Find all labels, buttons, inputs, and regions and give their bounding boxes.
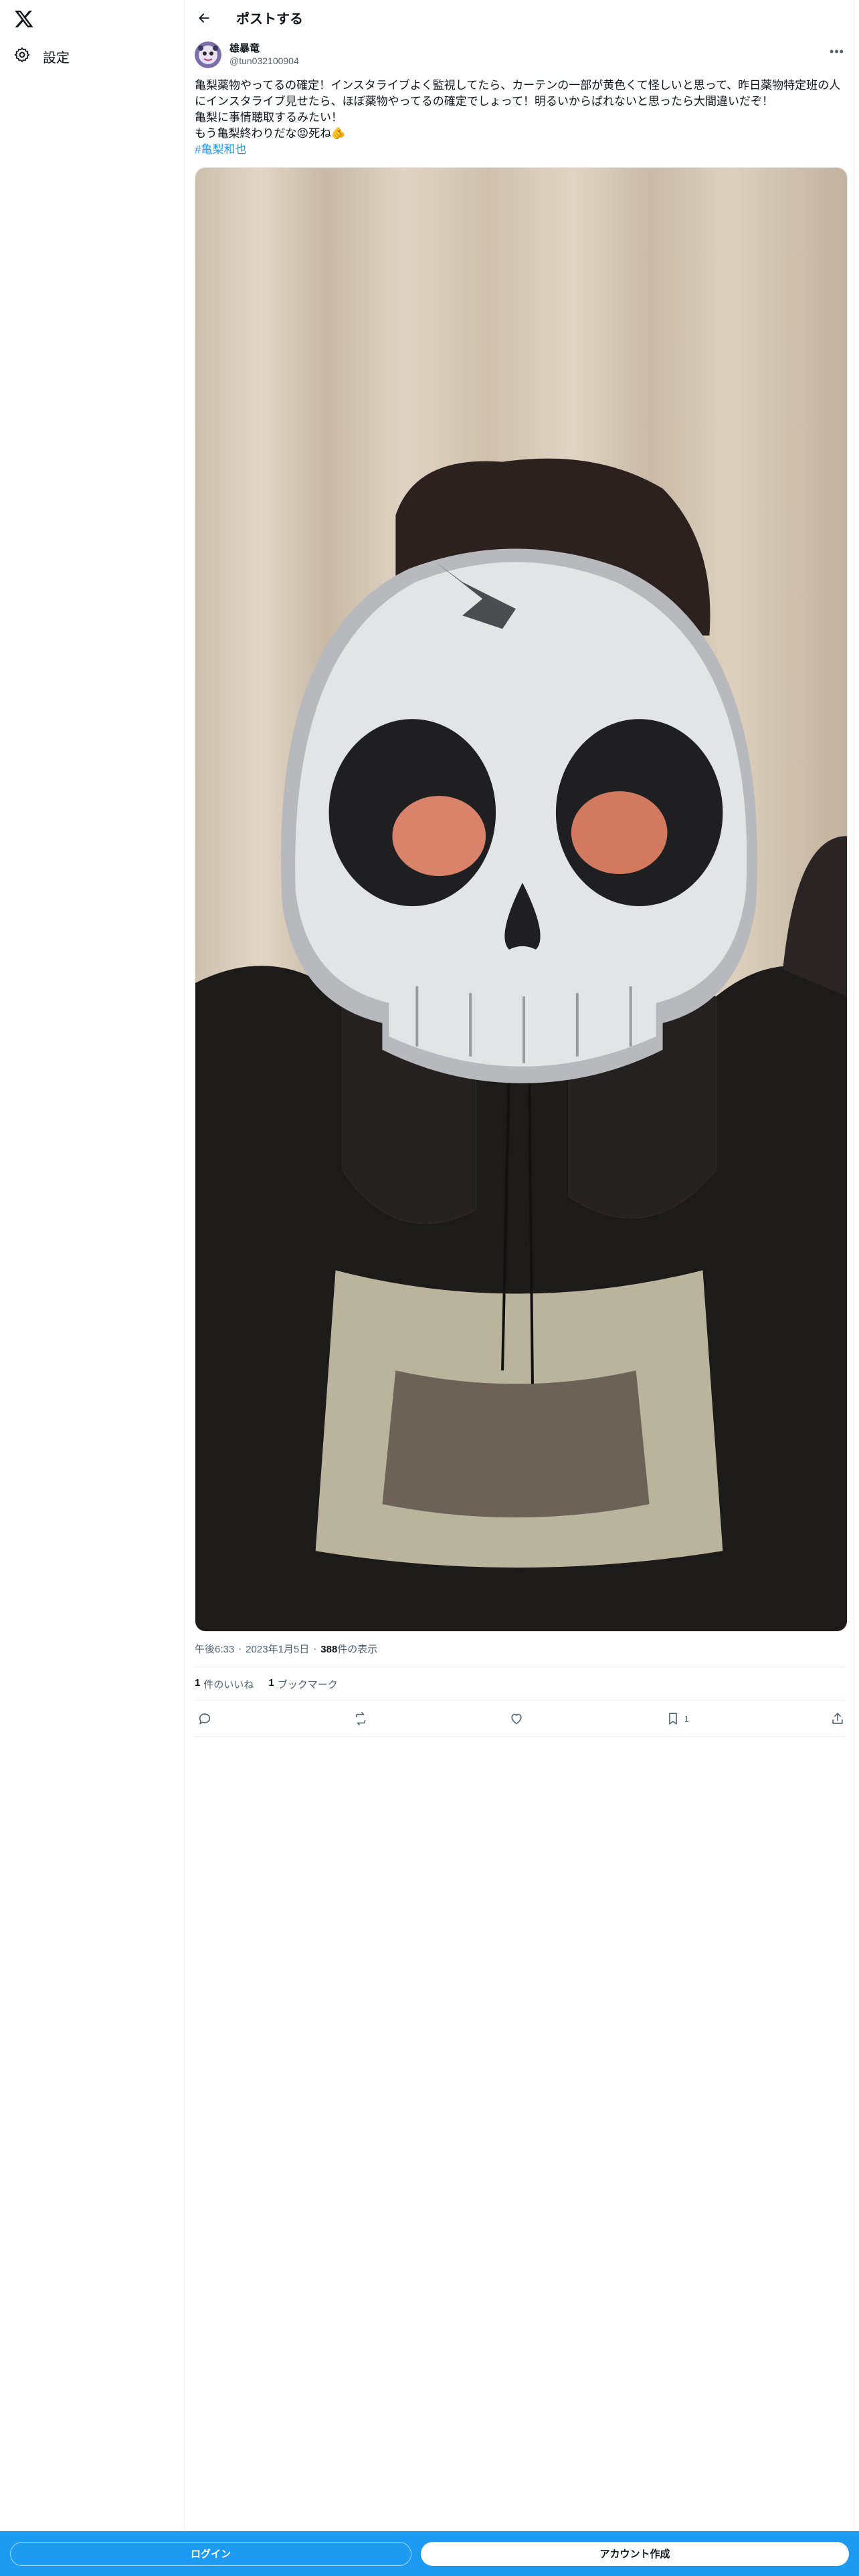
more-dots-icon: ••• — [830, 44, 844, 58]
separator-dot: · — [238, 1643, 242, 1654]
bottom-signup-bar: ログイン アカウント作成 — [0, 2531, 859, 2576]
page-header: ポストする — [185, 0, 854, 35]
post-actions: 1 — [195, 1705, 848, 1732]
repost-button[interactable] — [353, 1711, 368, 1726]
likes-label: 件のいいね — [203, 1679, 254, 1691]
nav-label-settings: 設定 — [43, 50, 70, 66]
share-button[interactable] — [830, 1711, 845, 1726]
post-date[interactable]: 2023年1月5日 — [246, 1642, 309, 1656]
left-navigation: 設定 — [0, 0, 185, 2576]
like-button[interactable] — [509, 1711, 524, 1726]
author-handle[interactable]: @tun032100904 — [229, 55, 299, 67]
nav-item-settings[interactable]: 設定 — [5, 40, 78, 72]
bookmark-icon — [668, 1713, 677, 1725]
reply-button[interactable] — [197, 1711, 212, 1726]
heart-icon — [511, 1713, 522, 1725]
hashtag-link[interactable]: #亀梨和也 — [195, 143, 246, 156]
share-icon — [832, 1713, 843, 1724]
gear-icon — [13, 46, 31, 67]
post-text-line: もう亀梨終わりだな😡死ね🫵 — [195, 127, 346, 140]
page-title: ポストする — [236, 12, 303, 27]
likes-count: 1 — [195, 1677, 201, 1689]
views-label: 件の表示 — [337, 1644, 378, 1655]
bookmarks-count: 1 — [268, 1677, 274, 1689]
repost-icon — [355, 1712, 366, 1725]
author-display-name[interactable]: 雄暴竜 — [229, 43, 299, 55]
divider — [195, 1736, 845, 1737]
views-count: 388 — [320, 1644, 338, 1655]
post-text-line: 亀梨薬物やってるの確定！インスタライブよく監視してたら、カーテンの一部が黄色くて… — [195, 79, 841, 108]
bookmark-count: 1 — [684, 1713, 689, 1724]
bookmarks-label: ブックマーク — [277, 1679, 338, 1691]
back-button[interactable] — [192, 6, 216, 30]
likes-stat[interactable]: 1 件のいいね — [195, 1677, 254, 1691]
signup-button[interactable]: アカウント作成 — [421, 2541, 849, 2566]
arrow-left-icon — [199, 13, 209, 23]
login-button[interactable]: ログイン — [10, 2541, 411, 2566]
avatar[interactable] — [195, 41, 221, 68]
more-options-button[interactable]: ••• — [826, 40, 848, 63]
post-text: 亀梨薬物やってるの確定！インスタライブよく監視してたら、カーテンの一部が黄色くて… — [195, 78, 848, 158]
bookmark-button[interactable]: 1 — [666, 1711, 689, 1726]
post-text-line: 亀梨に事情聴取するみたい！ — [195, 111, 343, 124]
post-timestamp: 午後6:33 · 2023年1月5日 · 388件の表示 — [195, 1642, 377, 1656]
reply-icon — [199, 1713, 211, 1725]
post-image[interactable] — [195, 167, 848, 1632]
engagement-stats: 1 件のいいね 1 ブックマーク — [195, 1677, 338, 1691]
post-time[interactable]: 午後6:33 — [195, 1642, 234, 1656]
bookmarks-stat[interactable]: 1 ブックマーク — [268, 1677, 337, 1691]
divider — [195, 1700, 845, 1701]
separator-dot: · — [313, 1643, 317, 1654]
main-column: ポストする 雄暴竜 @tun032100904 ••• 亀梨薬物やってるの確定！… — [185, 0, 854, 2528]
post-author[interactable]: 雄暴竜 @tun032100904 — [195, 41, 299, 68]
x-logo-icon[interactable] — [11, 5, 37, 32]
